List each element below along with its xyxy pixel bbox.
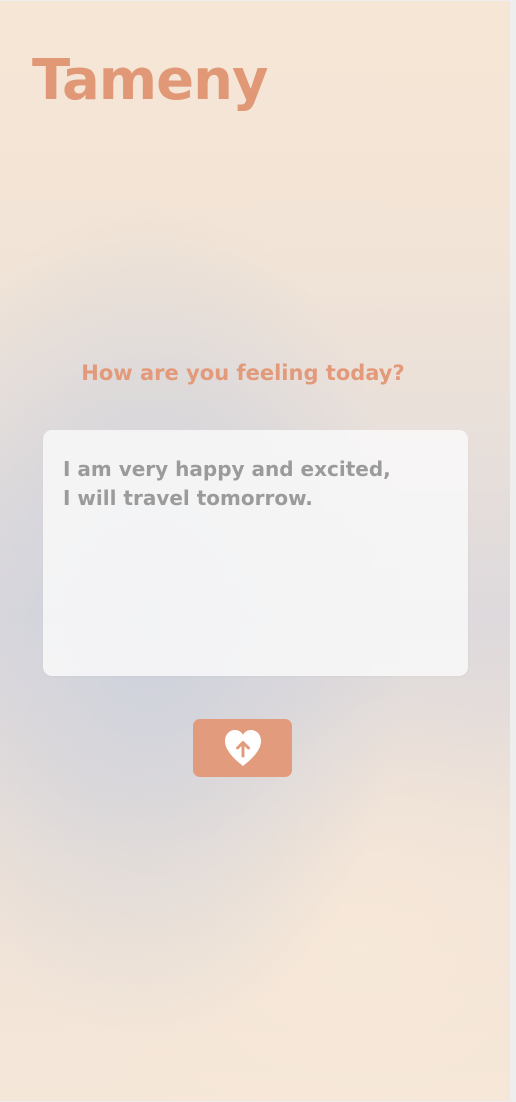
heart-upload-icon: [224, 730, 261, 766]
feeling-entry-field[interactable]: I am very happy and excited, I will trav…: [43, 430, 468, 676]
feeling-entry-text[interactable]: I am very happy and excited, I will trav…: [63, 455, 443, 513]
app-title: Tameny: [32, 48, 268, 113]
app-screen: Tameny How are you feeling today? I am v…: [0, 1, 510, 1101]
submit-feeling-button[interactable]: [193, 719, 292, 777]
feeling-prompt: How are you feeling today?: [81, 361, 405, 385]
